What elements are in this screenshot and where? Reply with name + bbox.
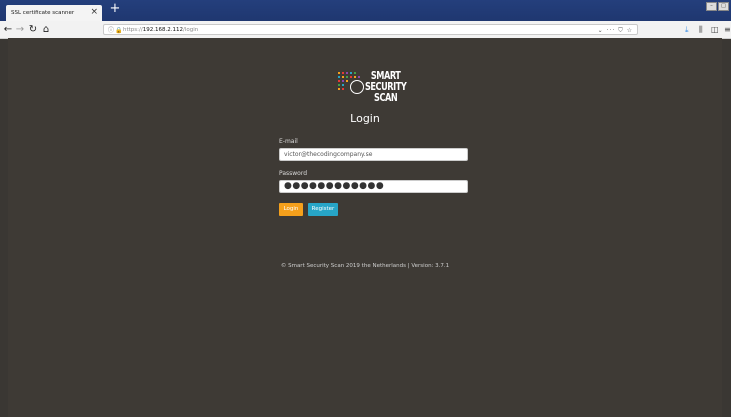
forward-icon[interactable]: →	[14, 23, 26, 36]
window-controls: – □	[706, 2, 729, 11]
login-button[interactable]: Login	[279, 203, 303, 216]
browser-navbar: ← → ↻ ⌂ ⓘ 🔒 https://192.168.2.112/login …	[0, 21, 731, 39]
email-field[interactable]: victor@thecodingcompany.se	[279, 148, 468, 161]
browser-tab[interactable]: SSL certificate scanner ×	[6, 5, 102, 21]
register-button[interactable]: Register	[308, 203, 338, 216]
home-icon[interactable]: ⌂	[40, 23, 52, 36]
info-icon[interactable]: ⓘ	[108, 25, 114, 36]
back-icon[interactable]: ←	[2, 23, 14, 36]
browser-tab-strip: SSL certificate scanner × + – □	[0, 0, 731, 21]
close-tab-icon[interactable]: ×	[90, 7, 98, 17]
maximize-icon[interactable]: □	[718, 2, 729, 11]
page-content: SMART SECURITY SCAN Login E-mail victor@…	[8, 38, 722, 417]
password-field[interactable]: ●●●●●●●●●●●●	[279, 180, 468, 193]
page-title: Login	[350, 112, 380, 125]
new-tab-button[interactable]: +	[108, 2, 122, 16]
email-label: E-mail	[279, 138, 298, 145]
lock-warning-icon[interactable]: 🔒	[115, 25, 122, 36]
url-text: https://192.168.2.112/login	[123, 27, 199, 33]
download-icon[interactable]: ⤓	[685, 24, 689, 35]
tab-title: SSL certificate scanner	[11, 10, 75, 16]
url-actions-icons[interactable]: ⌄ ··· ⛉ ☆	[598, 25, 633, 36]
reload-icon[interactable]: ↻	[27, 23, 39, 36]
sidebar-icon[interactable]: ◫	[711, 24, 719, 35]
password-label: Password	[279, 170, 308, 177]
menu-icon[interactable]: ≡	[724, 24, 731, 35]
smart-security-scan-logo: SMART SECURITY SCAN	[338, 68, 418, 118]
footer-text: © Smart Security Scan 2019 the Netherlan…	[280, 263, 450, 269]
address-bar[interactable]: ⓘ 🔒 https://192.168.2.112/login ⌄ ··· ⛉ …	[103, 24, 638, 35]
globe-icon	[350, 80, 364, 94]
library-icon[interactable]: ⫼	[699, 24, 703, 35]
minimize-icon[interactable]: –	[706, 2, 717, 11]
logo-text: SMART SECURITY SCAN	[365, 70, 407, 104]
